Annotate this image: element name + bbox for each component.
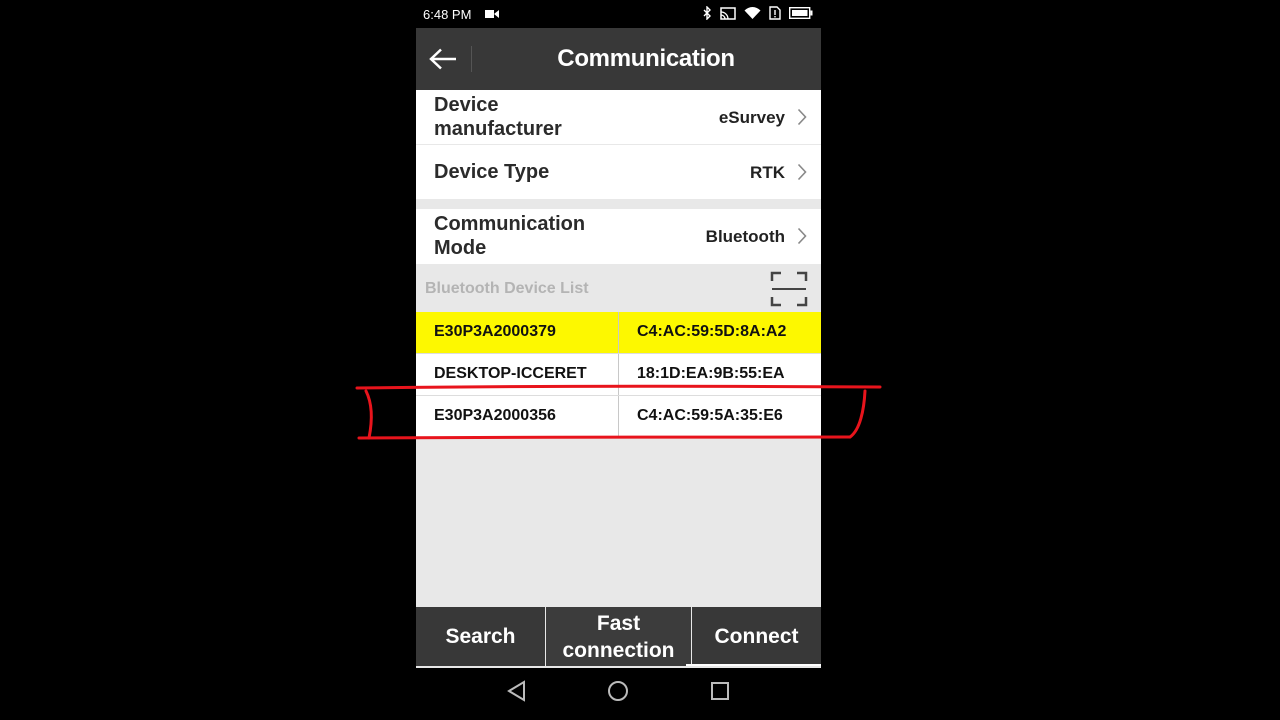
wifi-icon [744, 6, 761, 19]
device-mac: C4:AC:59:5A:35:E6 [637, 407, 783, 424]
scan-frame-icon [770, 271, 808, 307]
status-bar: 6:48 PM [416, 0, 821, 28]
search-button[interactable]: Search [416, 607, 545, 666]
arrow-left-icon [429, 48, 456, 70]
connect-button[interactable]: Connect [692, 607, 821, 666]
device-mac: 18:1D:EA:9B:55:EA [637, 365, 785, 382]
device-type-value: RTK [750, 163, 785, 182]
recents-square-icon[interactable] [710, 681, 730, 701]
table-row[interactable]: DESKTOP-ICCERET 18:1D:EA:9B:55:EA [416, 354, 821, 396]
system-nav-bar [416, 668, 821, 720]
device-manufacturer-value: eSurvey [718, 108, 785, 127]
device-type-label: Device Type [434, 161, 550, 183]
device-name: DESKTOP-ICCERET [434, 365, 587, 382]
sim-alert-icon [769, 6, 781, 20]
app-header: Communication [416, 28, 821, 90]
active-underline [686, 664, 821, 666]
device-table: E30P3A2000379 C4:AC:59:5D:8A:A2 DESKTOP-… [416, 312, 821, 438]
device-manufacturer-label: Device manufacturer [434, 94, 562, 140]
communication-mode-label: Communication Mode [434, 213, 586, 259]
cast-icon [720, 6, 736, 20]
device-name: E30P3A2000356 [434, 407, 556, 424]
device-manufacturer-row[interactable]: Device manufacturer eSurvey [416, 90, 821, 144]
table-row[interactable]: E30P3A2000379 C4:AC:59:5D:8A:A2 [416, 312, 821, 354]
home-circle-icon[interactable] [607, 680, 629, 702]
device-list-title: Bluetooth Device List [425, 280, 589, 297]
app-screen: Communication Device manufacturer eSurve… [416, 28, 821, 668]
table-row[interactable]: E30P3A2000356 C4:AC:59:5A:35:E6 [416, 396, 821, 438]
communication-mode-row[interactable]: Communication Mode Bluetooth [416, 209, 821, 264]
device-mac: C4:AC:59:5D:8A:A2 [637, 323, 787, 340]
chevron-right-icon [797, 227, 807, 245]
chevron-right-icon [797, 108, 807, 126]
cell-divider [618, 354, 619, 395]
back-triangle-icon[interactable] [507, 680, 527, 702]
bottom-action-bar: Search Fast connection Connect [416, 607, 821, 666]
cell-divider [618, 312, 619, 353]
page-title: Communication [557, 45, 735, 72]
cell-divider [618, 396, 619, 437]
device-list-header: Bluetooth Device List [416, 264, 821, 312]
battery-icon [789, 7, 813, 19]
scan-button[interactable] [769, 270, 809, 308]
bluetooth-icon [703, 6, 711, 20]
status-time: 6:48 PM [423, 7, 472, 22]
device-name: E30P3A2000379 [434, 323, 556, 340]
video-icon [485, 10, 499, 18]
device-type-row[interactable]: Device Type RTK [416, 145, 821, 199]
back-button[interactable] [424, 40, 462, 78]
fast-connection-button[interactable]: Fast connection [545, 607, 692, 666]
communication-mode-value: Bluetooth [705, 227, 785, 246]
chevron-right-icon [797, 163, 807, 181]
